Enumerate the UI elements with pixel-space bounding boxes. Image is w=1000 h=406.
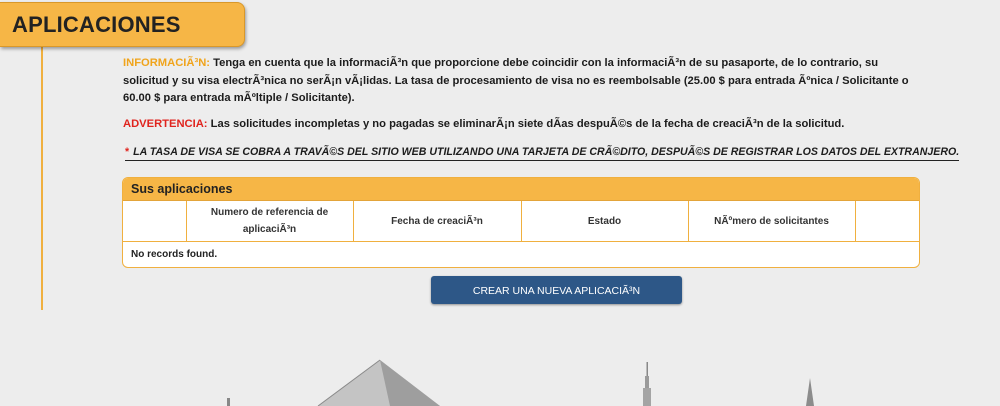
notice-text: LA TASA DE VISA SE COBRA A TRAVÃ©S DEL S… (133, 146, 960, 158)
info-block: INFORMACIÃ³N: Tenga en cuenta que la inf… (123, 55, 913, 133)
applications-panel-title: Sus aplicaciones (123, 178, 919, 201)
column-header-select (123, 201, 187, 242)
info-text: Tenga en cuenta que la informaciÃ³n que … (123, 57, 909, 104)
applications-panel: Sus aplicaciones Numero de referencia de… (122, 177, 920, 268)
column-header-status[interactable]: Estado (521, 201, 689, 242)
column-header-actions (855, 201, 919, 242)
info-paragraph: INFORMACIÃ³N: Tenga en cuenta que la inf… (123, 55, 913, 108)
warning-paragraph: ADVERTENCIA: Las solicitudes incompletas… (123, 116, 913, 134)
empty-table-message: No records found. (131, 248, 218, 260)
table-row: No records found. (123, 242, 919, 267)
visa-fee-notice: * LA TASA DE VISA SE COBRA A TRAVÃ©S DEL … (125, 146, 960, 161)
required-marker: * (125, 146, 130, 158)
warning-label: ADVERTENCIA: (123, 117, 208, 130)
create-application-button[interactable]: CREAR UNA NUEVA APLICACIÃ³N (431, 276, 682, 304)
accent-vertical-line (41, 40, 43, 310)
page-title-tab: APLICACIONES (0, 2, 245, 47)
column-header-reference[interactable]: Numero de referencia de aplicaciÃ³n (186, 201, 354, 242)
column-header-applicants[interactable]: NÃºmero de solicitantes (688, 201, 856, 242)
page-title: APLICACIONES (12, 12, 181, 37)
column-header-created-date[interactable]: Fecha de creaciÃ³n (353, 201, 522, 242)
applications-table: Numero de referencia de aplicaciÃ³n Fech… (123, 201, 919, 266)
city-skyline-illustration (227, 359, 814, 406)
info-label: INFORMACIÃ³N: (123, 57, 210, 69)
warning-text: Las solicitudes incompletas y no pagadas… (207, 117, 845, 130)
table-header-row: Numero de referencia de aplicaciÃ³n Fech… (123, 201, 919, 242)
